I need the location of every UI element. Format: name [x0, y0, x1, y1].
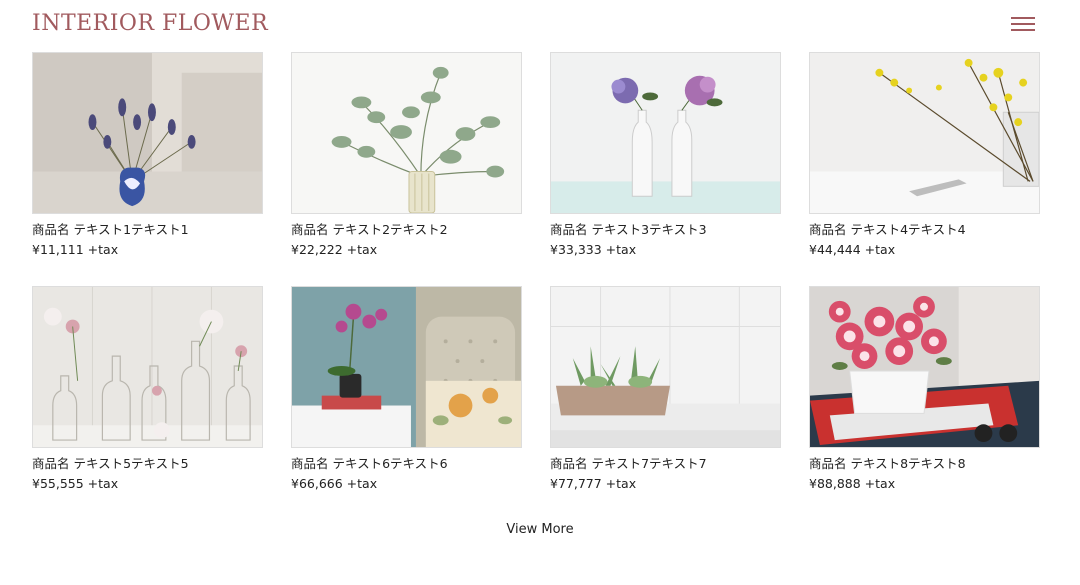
menu-bar — [1011, 23, 1035, 25]
product-image-hydrangea[interactable] — [550, 52, 781, 214]
product-name[interactable]: 商品名 テキスト2テキスト2 — [291, 222, 522, 238]
product-card[interactable]: 商品名 テキスト1テキスト1 ¥11,111 +tax — [32, 52, 263, 258]
product-price: ¥66,666 +tax — [291, 476, 378, 491]
product-card[interactable]: 商品名 テキスト6テキスト6 ¥66,666 +tax — [291, 286, 522, 492]
product-price: ¥22,222 +tax — [291, 242, 378, 257]
product-name[interactable]: 商品名 テキスト8テキスト8 — [809, 456, 1040, 472]
product-price: ¥77,777 +tax — [550, 476, 637, 491]
product-name[interactable]: 商品名 テキスト7テキスト7 — [550, 456, 781, 472]
product-image-orchid[interactable] — [291, 286, 522, 448]
product-card[interactable]: 商品名 テキスト7テキスト7 ¥77,777 +tax — [550, 286, 781, 492]
menu-bar — [1011, 17, 1035, 19]
product-image-yellow-flowers[interactable] — [809, 52, 1040, 214]
brand-logo[interactable]: INTERIOR FLOWER — [32, 10, 268, 38]
product-name[interactable]: 商品名 テキスト6テキスト6 — [291, 456, 522, 472]
product-grid: 商品名 テキスト1テキスト1 ¥11,111 +tax 商品名 テキスト2テキス… — [32, 52, 1040, 492]
product-price: ¥44,444 +tax — [809, 242, 896, 257]
product-name[interactable]: 商品名 テキスト1テキスト1 — [32, 222, 263, 238]
product-card[interactable]: 商品名 テキスト2テキスト2 ¥22,222 +tax — [291, 52, 522, 258]
product-image-lavender[interactable] — [32, 52, 263, 214]
product-card[interactable]: 商品名 テキスト8テキスト8 ¥88,888 +tax — [809, 286, 1040, 492]
product-image-bottles[interactable] — [32, 286, 263, 448]
menu-bar — [1011, 29, 1035, 31]
product-card[interactable]: 商品名 テキスト4テキスト4 ¥44,444 +tax — [809, 52, 1040, 258]
product-price: ¥33,333 +tax — [550, 242, 637, 257]
product-price: ¥88,888 +tax — [809, 476, 896, 491]
product-image-pink-flowers[interactable] — [809, 286, 1040, 448]
product-price: ¥55,555 +tax — [32, 476, 119, 491]
product-name[interactable]: 商品名 テキスト4テキスト4 — [809, 222, 1040, 238]
product-price: ¥11,111 +tax — [32, 242, 119, 257]
product-image-eucalyptus[interactable] — [291, 52, 522, 214]
view-more-link[interactable]: View More — [506, 522, 573, 537]
view-more-container: View More — [0, 522, 1080, 538]
product-name[interactable]: 商品名 テキスト3テキスト3 — [550, 222, 781, 238]
product-image-succulents[interactable] — [550, 286, 781, 448]
product-card[interactable]: 商品名 テキスト3テキスト3 ¥33,333 +tax — [550, 52, 781, 258]
product-name[interactable]: 商品名 テキスト5テキスト5 — [32, 456, 263, 472]
product-card[interactable]: 商品名 テキスト5テキスト5 ¥55,555 +tax — [32, 286, 263, 492]
hamburger-menu-icon[interactable] — [1011, 16, 1035, 32]
